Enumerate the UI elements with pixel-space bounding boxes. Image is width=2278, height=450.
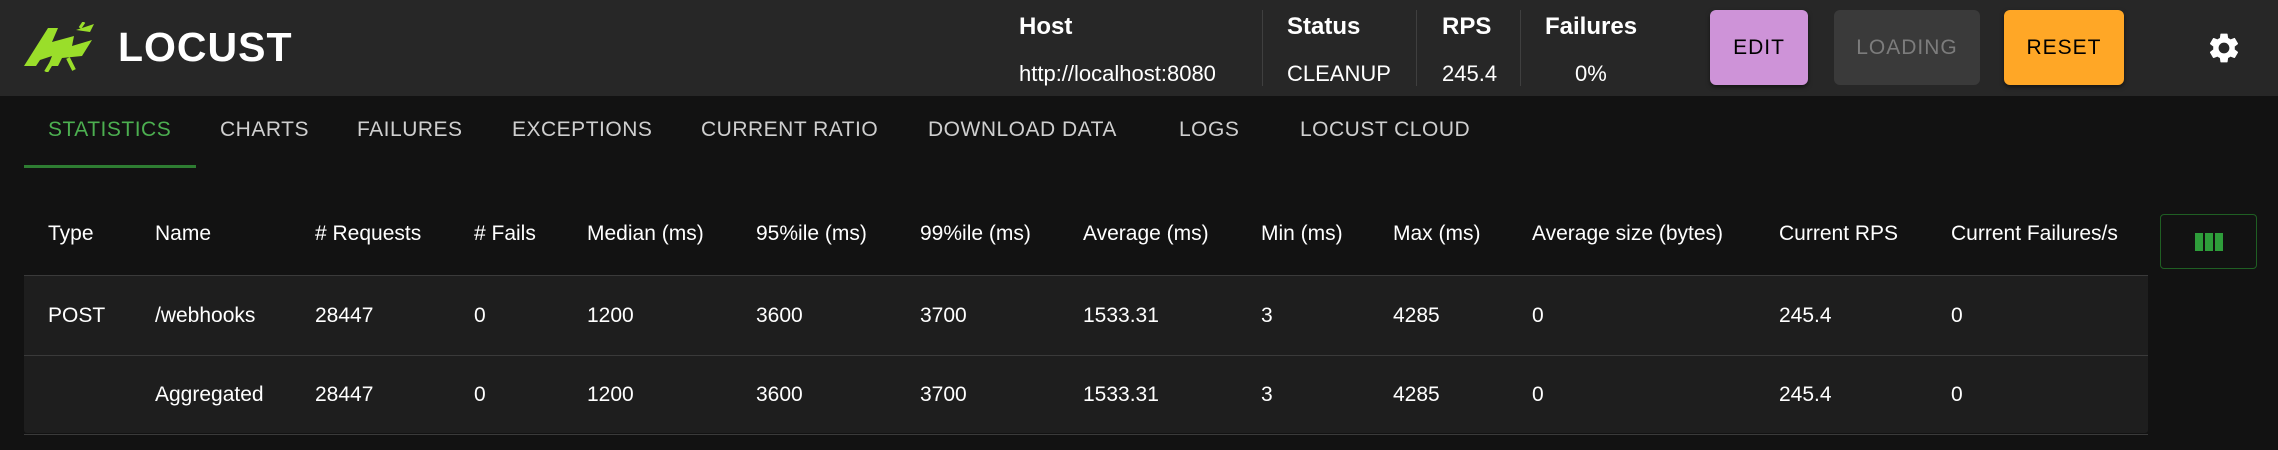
table-row: POST /webhooks 28447 0 1200 3600 3700 15… (24, 276, 2148, 356)
table-cell: 28447 (315, 304, 374, 327)
table-cell: /webhooks (155, 304, 256, 327)
tab-locust-cloud[interactable]: LOCUST CLOUD (1300, 96, 1470, 168)
column-header[interactable]: Type (48, 192, 94, 275)
column-header[interactable]: Min (ms) (1261, 192, 1343, 275)
host-value: http://localhost:8080 (1019, 61, 1216, 86)
failures-label: Failures (1545, 13, 1638, 40)
table-cell: 1533.31 (1083, 304, 1159, 327)
column-header[interactable]: Max (ms) (1393, 192, 1481, 275)
table-cell: 4285 (1393, 383, 1440, 406)
tab-statistics[interactable]: STATISTICS (48, 96, 171, 168)
column-header[interactable]: 95%ile (ms) (756, 192, 867, 275)
table-cell: POST (48, 304, 106, 327)
table-cell: 0 (1532, 304, 1544, 327)
table-cell: 4285 (1393, 304, 1440, 327)
table-cell: 0 (474, 304, 486, 327)
table-cell: 0 (1532, 383, 1544, 406)
table-cell: 245.4 (1779, 383, 1832, 406)
gear-icon[interactable] (2206, 30, 2242, 66)
divider (1416, 10, 1417, 86)
column-header[interactable]: # Fails (474, 192, 536, 275)
tab-logs[interactable]: LOGS (1179, 96, 1239, 168)
table-cell: 1200 (587, 383, 634, 406)
table-cell: 3 (1261, 383, 1273, 406)
table-cell: 1533.31 (1083, 383, 1159, 406)
table-cell: 0 (474, 383, 486, 406)
table-row: Aggregated 28447 0 1200 3600 3700 1533.3… (24, 355, 2148, 435)
rps-value: 245.4 (1442, 61, 1498, 86)
rps-stat: RPS 245.4 (1442, 12, 1497, 89)
column-header[interactable]: Current RPS (1779, 192, 1898, 275)
column-header[interactable]: Name (155, 192, 211, 275)
table-cell: 3 (1261, 304, 1273, 327)
host-label: Host (1019, 13, 1073, 40)
column-header[interactable]: 99%ile (ms) (920, 192, 1031, 275)
table-cell: 0 (1951, 304, 1963, 327)
column-header[interactable]: Average size (bytes) (1532, 192, 1723, 275)
table-cell: 3600 (756, 304, 803, 327)
brand-name: LOCUST (118, 23, 293, 70)
table-cell: Aggregated (155, 383, 264, 406)
table-cell: 3700 (920, 383, 967, 406)
divider (1520, 10, 1521, 86)
tab-charts[interactable]: CHARTS (220, 96, 309, 168)
table-cell: 3700 (920, 304, 967, 327)
loading-button[interactable]: LOADING (1834, 10, 1980, 85)
column-toggle-button[interactable] (2160, 214, 2257, 269)
columns-icon (2194, 232, 2223, 251)
statistics-table: Type Name # Requests # Fails Median (ms)… (24, 192, 2148, 435)
tab-current-ratio[interactable]: CURRENT RATIO (701, 96, 878, 168)
table-cell: 3600 (756, 383, 803, 406)
status-value: CLEANUP (1287, 61, 1391, 86)
app-bar: LOCUST Host http://localhost:8080 Status… (0, 0, 2278, 96)
divider (1262, 10, 1263, 86)
column-header[interactable]: Median (ms) (587, 192, 704, 275)
table-header-row: Type Name # Requests # Fails Median (ms)… (24, 192, 2148, 276)
reset-button[interactable]: RESET (2004, 10, 2124, 85)
tab-failures[interactable]: FAILURES (357, 96, 463, 168)
tab-exceptions[interactable]: EXCEPTIONS (512, 96, 652, 168)
table-cell: 28447 (315, 383, 374, 406)
status-stat: Status CLEANUP (1287, 12, 1391, 89)
failures-stat: Failures 0% (1545, 12, 1637, 89)
locust-logo[interactable]: LOCUST (22, 22, 293, 72)
table-cell: 245.4 (1779, 304, 1832, 327)
column-header[interactable]: # Requests (315, 192, 421, 275)
column-header[interactable]: Current Failures/s (1951, 192, 2118, 275)
host-stat: Host http://localhost:8080 (1019, 12, 1216, 89)
active-tab-indicator (24, 165, 196, 168)
edit-button[interactable]: EDIT (1710, 10, 1808, 85)
locust-logo-icon (24, 22, 94, 72)
rps-label: RPS (1442, 13, 1492, 40)
table-cell: 1200 (587, 304, 634, 327)
tab-download-data[interactable]: DOWNLOAD DATA (928, 96, 1117, 168)
table-cell: 0 (1951, 383, 1963, 406)
status-label: Status (1287, 13, 1361, 40)
column-header[interactable]: Average (ms) (1083, 192, 1209, 275)
failures-value: 0% (1575, 61, 1607, 86)
